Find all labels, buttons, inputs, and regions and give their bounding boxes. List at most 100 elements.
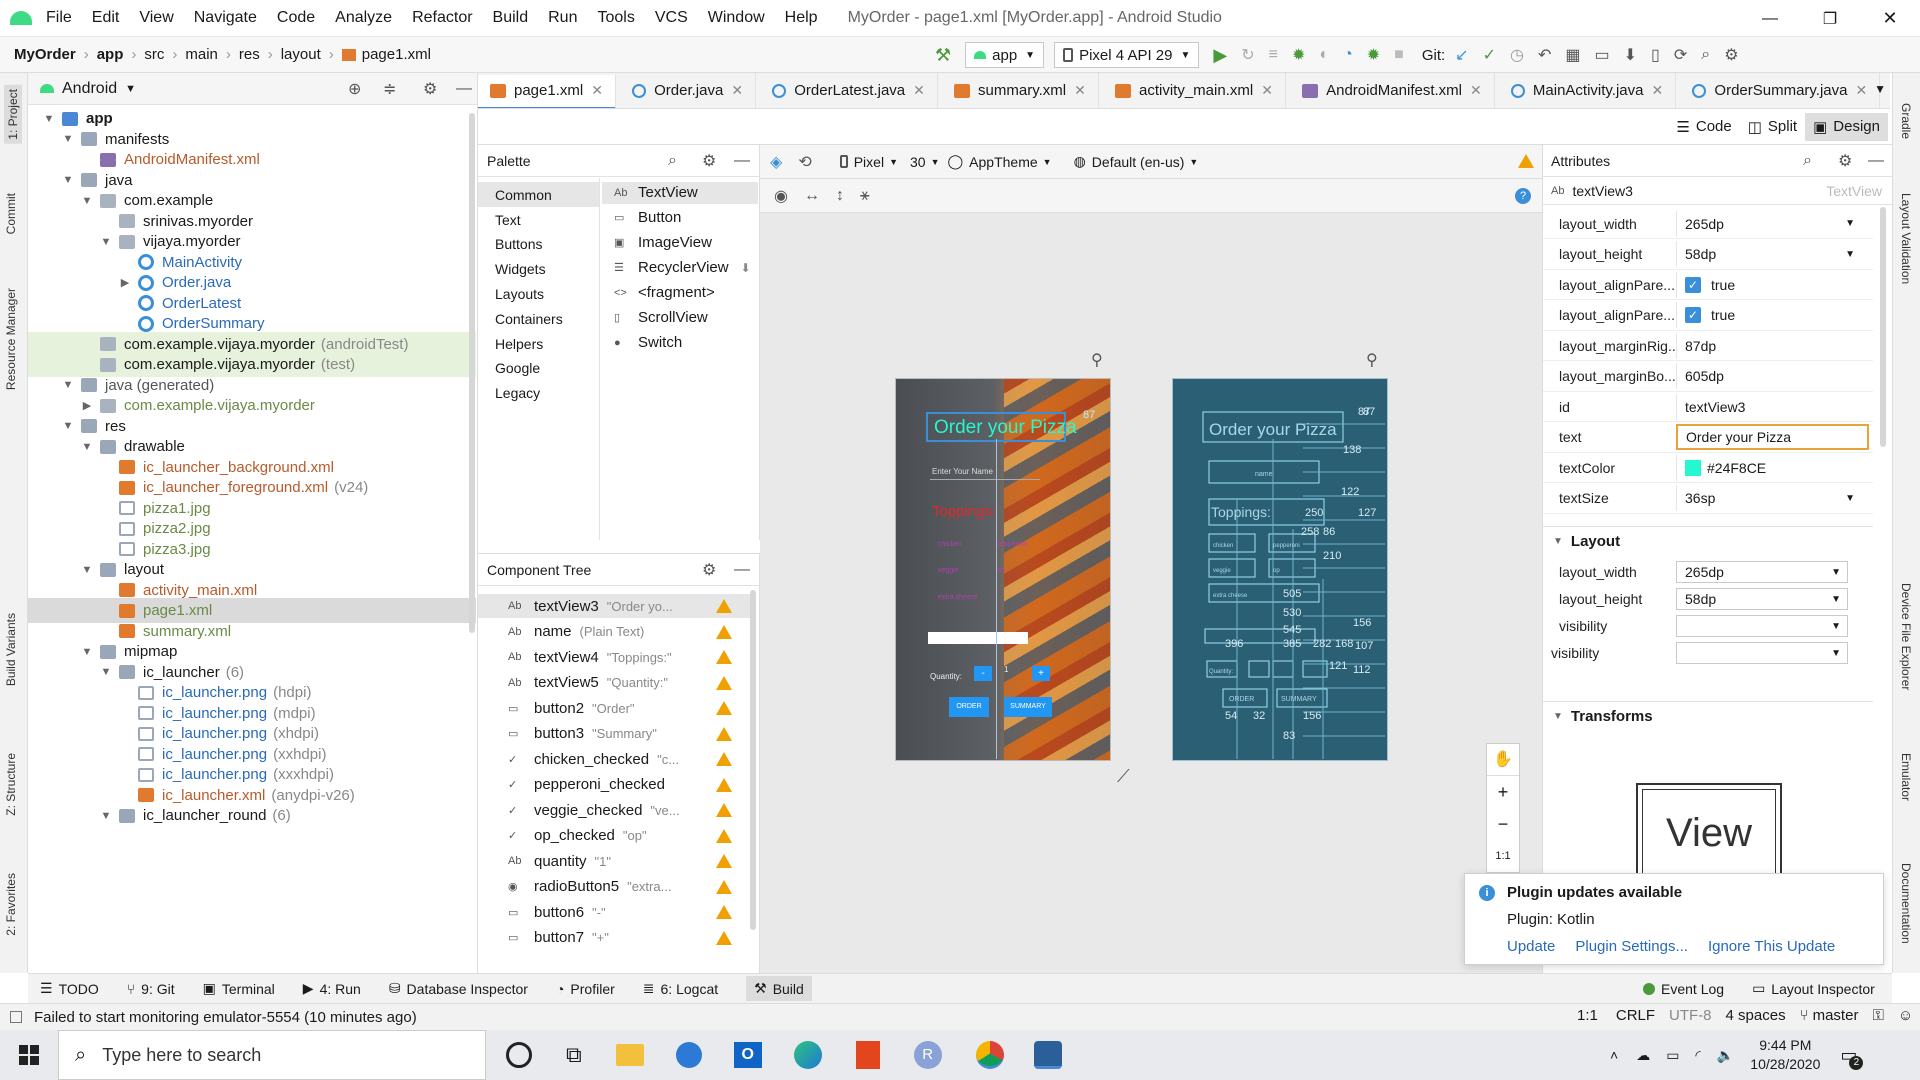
documentation-tool-tab[interactable]: Documentation: [1899, 863, 1913, 944]
preview-checkbox-pepperoni[interactable]: pepperoni: [996, 541, 1027, 548]
palette-category-helpers[interactable]: Helpers: [495, 336, 543, 352]
breadcrumb-project[interactable]: MyOrder: [14, 46, 76, 63]
attribute-value-field[interactable]: ✓ true: [1676, 302, 1873, 328]
project-view-dropdown[interactable]: Android: [62, 80, 117, 98]
component-tree-item[interactable]: ▭ button6 "-": [508, 900, 733, 924]
attribute-value-field[interactable]: Order your Pizza: [1676, 424, 1869, 450]
android-studio-taskbar-icon[interactable]: [1033, 1041, 1062, 1069]
blueprint-preview[interactable]: Order your Pizza name Toppings: chicken pepp…: [1172, 378, 1388, 761]
project-tool-tab[interactable]: 1: Project: [4, 85, 22, 144]
breadcrumb-res[interactable]: res: [239, 46, 260, 63]
dropdown-arrow-icon[interactable]: ▼: [1845, 249, 1855, 260]
ignore-update-link[interactable]: Ignore This Update: [1708, 938, 1835, 955]
download-icon[interactable]: ⬇: [741, 261, 751, 275]
hide-panel-icon[interactable]: —: [456, 80, 472, 98]
component-tree-item[interactable]: ▭ button7 "+": [508, 926, 733, 950]
close-tab-icon[interactable]: ✕: [1470, 82, 1482, 99]
close-tab-icon[interactable]: ✕: [1261, 82, 1273, 99]
palette-category-layouts[interactable]: Layouts: [495, 286, 544, 302]
zoom-in-icon[interactable]: +: [1487, 776, 1519, 808]
layout-validation-tool-tab[interactable]: Layout Validation: [1899, 193, 1913, 284]
profiler-tool-button[interactable]: ◔ Profiler: [556, 981, 615, 997]
preview-quantity-label[interactable]: Quantity:: [930, 672, 962, 681]
device-dropdown[interactable]: Pixel 4 API 29 ▼: [1054, 42, 1200, 68]
dropdown-arrow-icon[interactable]: ▼: [1845, 493, 1855, 504]
layout-section-header[interactable]: ▼ Layout: [1543, 526, 1873, 556]
component-tree-item[interactable]: Ab textView5 "Quantity:": [508, 671, 733, 695]
warning-icon[interactable]: [716, 777, 732, 792]
breadcrumb-app[interactable]: app: [97, 46, 124, 63]
event-log-button[interactable]: Event Log: [1661, 981, 1724, 997]
plugin-settings-link[interactable]: Plugin Settings...: [1575, 938, 1688, 955]
component-tree-item[interactable]: ✓ op_checked "op": [508, 824, 733, 848]
warning-icon[interactable]: [716, 675, 732, 690]
attribute-value-field[interactable]: 605dp: [1676, 363, 1873, 389]
warning-icon[interactable]: [716, 803, 732, 817]
palette-item-switch[interactable]: ● Switch: [614, 334, 682, 351]
preview-enter-name[interactable]: Enter Your Name: [932, 467, 993, 476]
warning-icon[interactable]: [716, 879, 732, 894]
database-inspector-button[interactable]: ⛁ Database Inspector: [389, 980, 528, 997]
debug-icon[interactable]: ✹: [1292, 45, 1305, 65]
warning-icon[interactable]: [716, 905, 732, 919]
vertical-margin-icon[interactable]: ↕: [836, 187, 844, 205]
caret-position[interactable]: 1:1: [1577, 1007, 1598, 1024]
breadcrumb-main[interactable]: main: [185, 46, 218, 63]
inspector-icon[interactable]: ☺: [1898, 1007, 1913, 1024]
tab-order-java[interactable]: Order.java ✕: [620, 73, 757, 108]
settings-icon[interactable]: ⚙: [1724, 45, 1738, 65]
expanded-arrow-icon[interactable]: ▼: [80, 441, 94, 453]
palette-category-common-label[interactable]: Common: [495, 187, 552, 203]
run-config-dropdown[interactable]: app ▼: [965, 42, 1045, 68]
notification-center-icon[interactable]: ▭ 2: [1840, 1045, 1864, 1070]
apply-code-icon[interactable]: ≡: [1269, 46, 1278, 64]
design-surface-icon[interactable]: ◈: [770, 152, 782, 172]
git-update-icon[interactable]: ↙: [1455, 45, 1468, 65]
preview-minus-button[interactable]: -: [974, 666, 992, 681]
battery-icon[interactable]: ▭: [1666, 1047, 1679, 1064]
component-tree-settings-icon[interactable]: ⚙: [702, 560, 716, 580]
attributes-settings-icon[interactable]: ⚙: [1838, 151, 1852, 171]
tray-chevron-icon[interactable]: ˄: [1610, 1047, 1618, 1063]
tab-ordersummary-java[interactable]: OrderSummary.java ✕: [1680, 73, 1881, 108]
resource-manager-tool-tab[interactable]: Resource Manager: [4, 288, 18, 390]
run-icon[interactable]: ▶: [1213, 45, 1227, 66]
warning-icon[interactable]: [716, 726, 732, 741]
preview-toppings[interactable]: Toppings:: [932, 503, 996, 520]
menu-vcs[interactable]: VCS: [655, 9, 688, 27]
search-everywhere-icon[interactable]: ⌕: [1701, 46, 1710, 64]
tab-summary-xml[interactable]: summary.xml ✕: [942, 73, 1099, 108]
tabs-overflow-icon[interactable]: ▼: [1874, 82, 1886, 96]
preview-device-dropdown[interactable]: Pixel: [854, 154, 884, 170]
layout-attribute-dropdown[interactable]: ▼: [1676, 615, 1848, 637]
palette-search-icon[interactable]: ⌕: [668, 152, 677, 170]
git-commit-icon[interactable]: ✓: [1483, 45, 1496, 65]
volume-icon[interactable]: 🔈: [1717, 1047, 1734, 1064]
pan-icon[interactable]: ✋: [1487, 744, 1519, 776]
menu-refactor[interactable]: Refactor: [412, 9, 472, 27]
theme-dropdown[interactable]: AppTheme: [969, 154, 1037, 170]
breadcrumb-file[interactable]: page1.xml: [362, 46, 431, 63]
layout-attribute-dropdown[interactable]: ▼: [1676, 642, 1848, 664]
preview-checkbox-op[interactable]: op: [996, 567, 1004, 574]
tab-mainactivity-java[interactable]: MainActivity.java ✕: [1499, 73, 1677, 108]
close-tab-icon[interactable]: ✕: [1652, 82, 1664, 99]
palette-item-recyclerview[interactable]: ☰ RecyclerView ⬇: [614, 259, 751, 276]
help-icon[interactable]: ?: [1515, 188, 1531, 204]
update-link[interactable]: Update: [1507, 938, 1555, 955]
palette-category-buttons[interactable]: Buttons: [495, 236, 542, 252]
edge-icon[interactable]: [793, 1041, 822, 1069]
palette-hide-icon[interactable]: —: [734, 152, 750, 170]
attribute-value-field[interactable]: ✓ true: [1676, 271, 1873, 298]
expanded-arrow-icon[interactable]: ▼: [99, 236, 113, 248]
structure-tool-tab[interactable]: Z: Structure: [4, 753, 18, 816]
component-tree-item[interactable]: ▭ button3 "Summary": [508, 722, 733, 746]
tree-item[interactable]: ▼ ic_launcher_round (6): [28, 803, 476, 828]
collapsed-arrow-icon[interactable]: ▶: [80, 399, 94, 412]
attribute-value-field[interactable]: #24F8CE: [1676, 454, 1873, 481]
close-tab-icon[interactable]: ✕: [1074, 82, 1086, 99]
component-tree-item[interactable]: ✓ chicken_checked "c...: [508, 747, 733, 771]
hammer-icon[interactable]: ⚒: [935, 45, 951, 66]
preview-radio-extra-cheese[interactable]: extra cheese: [938, 594, 978, 601]
git-history-icon[interactable]: ◷: [1510, 45, 1524, 65]
